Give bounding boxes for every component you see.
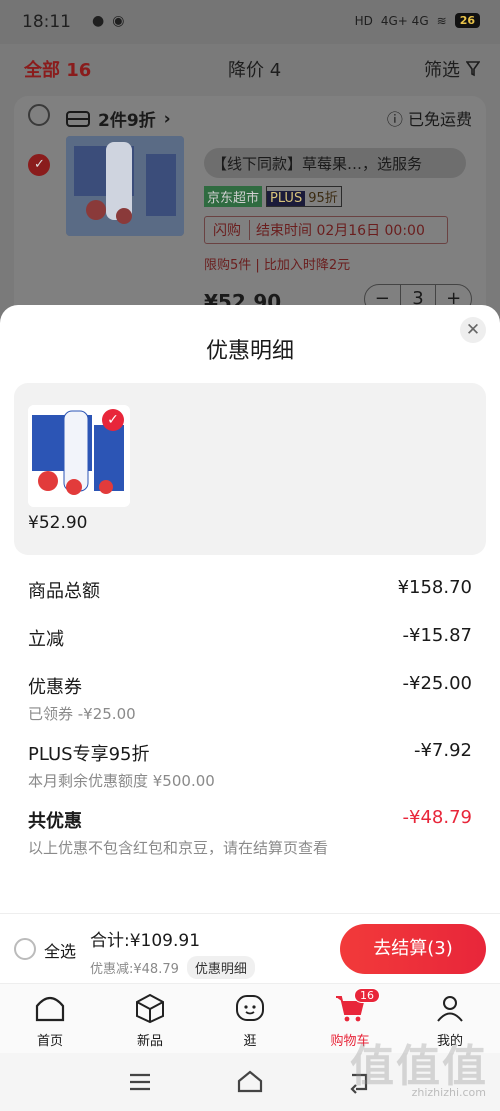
row-coupon-value: -¥25.00	[402, 673, 472, 694]
flash-end-time: 结束时间 02月16日 00:00	[256, 223, 425, 239]
row-plus-sub: 本月剩余优惠额度 ¥500.00	[28, 772, 215, 790]
flash-label: 闪购	[205, 220, 250, 240]
row-sum-label: 共优惠	[28, 811, 82, 832]
cart-badge: 16	[354, 988, 380, 1003]
status-app-icons: ● ◉	[92, 13, 124, 29]
tab-filter[interactable]: 筛选	[424, 56, 480, 82]
watermark-url: zhizhizhi.com	[411, 1086, 486, 1099]
select-all-radio[interactable]	[14, 938, 36, 960]
row-coupon: 优惠券 -¥25.00	[28, 673, 472, 698]
discount-note: 以上优惠不包含红包和京豆，请在结算页查看	[28, 839, 329, 857]
cart-filter-tabs: 全部 16 降价 4 筛选	[0, 44, 500, 92]
product-thumbnail[interactable]: ✓	[28, 405, 130, 507]
item-select-radio[interactable]	[28, 154, 50, 176]
row-instant-value: -¥15.87	[402, 625, 472, 646]
filter-icon	[466, 61, 480, 77]
plus-tag-discount: 95折	[308, 191, 338, 206]
watermark: 值值值	[350, 1041, 488, 1092]
row-total-value: ¥158.70	[397, 577, 472, 598]
browse-icon	[236, 995, 264, 1021]
tab-home-label: 首页	[36, 1034, 63, 1049]
tab-browse[interactable]: 逛	[200, 984, 300, 1053]
row-instant: 立减 -¥15.87	[28, 625, 472, 650]
promo-label: 2件9折	[98, 111, 156, 131]
status-right: HD 4G+ 4G ≋ 26	[355, 13, 480, 28]
notification-icon: ●	[92, 13, 105, 29]
shipping-label: 已免运费	[407, 110, 472, 129]
row-coupon-label: 优惠券	[28, 677, 82, 698]
checkout-button[interactable]: 去结算(3)	[340, 924, 486, 974]
row-instant-label: 立减	[28, 629, 64, 650]
tab-new-label: 新品	[136, 1034, 163, 1049]
new-products-icon	[136, 993, 164, 1024]
battery-icon: 26	[454, 13, 480, 28]
row-total: 商品总额 ¥158.70	[28, 577, 472, 602]
limit-text: 限购5件 | 比加入时降2元	[204, 258, 351, 273]
hd-icon: HD	[354, 13, 373, 28]
select-all-label[interactable]: 全选	[44, 938, 76, 962]
row-total-label: 商品总额	[28, 581, 100, 602]
promo-header[interactable]: 2件9折 ›	[66, 106, 171, 131]
profile-icon	[437, 996, 463, 1022]
wechat-icon: ◉	[112, 13, 125, 29]
promo-icon	[66, 110, 90, 127]
discount-summary: 优惠减:¥48.79 优惠明细	[90, 956, 255, 979]
row-plus: PLUS专享95折 -¥7.92	[28, 740, 472, 765]
row-plus-label: PLUS专享95折	[28, 744, 150, 765]
shop-select-radio[interactable]	[28, 104, 50, 126]
discount-rows: 商品总额 ¥158.70 立减 -¥15.87 优惠券 -¥25.00 已领券 …	[28, 577, 472, 858]
shipping-status: ⓘ 已免运费	[386, 110, 472, 129]
tab-browse-label: 逛	[243, 1034, 257, 1049]
product-price: ¥52.90	[28, 513, 88, 533]
close-icon[interactable]: ✕	[460, 317, 486, 343]
store-tag: 京东超市	[204, 186, 263, 207]
row-sum: 共优惠 -¥48.79	[28, 807, 472, 832]
filter-label: 筛选	[424, 60, 460, 81]
tab-price-drop[interactable]: 降价 4	[228, 56, 281, 82]
status-time: 18:11	[22, 12, 71, 32]
discount-amount: 优惠减:¥48.79	[90, 962, 179, 977]
total-amount: 合计:¥109.91	[90, 931, 201, 951]
status-bar: 18:11 ● ◉ HD 4G+ 4G ≋ 26	[0, 0, 500, 44]
sheet-title: 优惠明细	[205, 339, 294, 364]
home-icon	[35, 996, 65, 1022]
row-sum-value: -¥48.79	[402, 807, 472, 828]
chevron-right-icon: ›	[163, 108, 171, 129]
home-nav-icon[interactable]	[236, 1069, 264, 1093]
cart-product-image[interactable]	[66, 136, 184, 236]
tab-all[interactable]: 全部 16	[24, 56, 91, 82]
selected-check-icon: ✓	[102, 409, 124, 431]
menu-icon[interactable]	[128, 1073, 152, 1091]
plus-tag: PLUS 95折	[266, 186, 342, 207]
flash-sale-tag: 闪购 结束时间 02月16日 00:00	[204, 216, 448, 244]
signal-icon: 4G+ 4G	[380, 13, 429, 28]
tab-new[interactable]: 新品	[100, 984, 200, 1053]
cart-page-background: 全部 16 降价 4 筛选 2件9折 › ⓘ 已免运费 【线下同款】草莓果…，选…	[0, 44, 500, 326]
row-plus-value: -¥7.92	[413, 740, 472, 761]
discount-detail-sheet: 优惠明细 ✕ ✓ ¥52.90 商品总额 ¥158.70 立减 -¥15.87	[0, 305, 500, 913]
checkout-bar: 全选 合计:¥109.91 优惠减:¥48.79 优惠明细 去结算(3)	[0, 913, 500, 983]
product-summary-box: ✓ ¥52.90	[14, 383, 486, 555]
row-coupon-sub: 已领券 -¥25.00	[28, 705, 136, 723]
plus-tag-label: PLUS	[267, 191, 306, 206]
discount-detail-button[interactable]: 优惠明细	[186, 956, 255, 979]
cart-product-title[interactable]: 【线下同款】草莓果…，选服务	[204, 148, 466, 178]
wifi-icon: ≋	[436, 13, 447, 28]
tab-home[interactable]: 首页	[0, 984, 100, 1053]
